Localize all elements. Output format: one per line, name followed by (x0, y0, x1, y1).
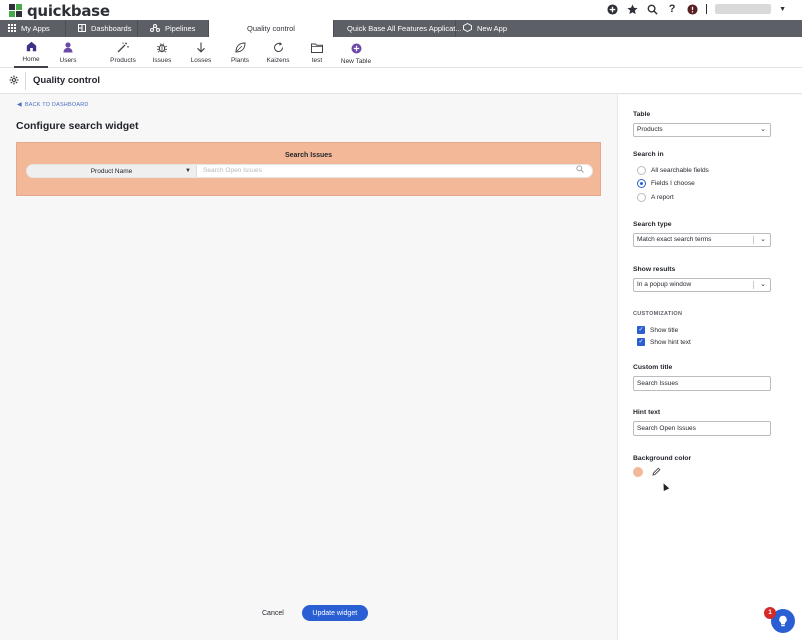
tab-label: Quality control (247, 24, 295, 33)
tab-label: Quick Base All Features Applicat... (347, 24, 462, 33)
radio-button[interactable] (637, 193, 646, 202)
alert-icon[interactable] (686, 3, 698, 15)
select-divider (753, 236, 754, 244)
brand-name: quickbase (27, 2, 110, 20)
chevron-down-icon[interactable]: ▼ (779, 6, 786, 13)
field-select[interactable]: Product Name ▼ (27, 165, 197, 177)
radio-all-searchable-fields[interactable]: All searchable fields (637, 166, 709, 175)
page-app-title: Quality control (33, 75, 101, 86)
folder-icon (311, 42, 323, 56)
chevron-down-icon: ⌄ (760, 126, 766, 133)
hint-text-label: Hint text (633, 409, 661, 416)
star-icon[interactable] (626, 3, 638, 15)
widget-search-bar: Product Name ▼ Search Open Issues (26, 164, 593, 178)
separator (706, 4, 708, 14)
search-icon[interactable] (646, 3, 658, 15)
tab-quality-control[interactable]: Quality control (209, 20, 334, 37)
top-bar: quickbase ? ▼ (0, 0, 802, 20)
plus-circle-icon (351, 43, 362, 57)
tab-label: Dashboards (91, 24, 132, 33)
show-title-checkbox[interactable]: ✓ Show title (637, 326, 678, 334)
table-tab-kaizens[interactable]: Kaizens (262, 37, 294, 68)
new-app-icon (463, 22, 472, 34)
table-tab-products[interactable]: Products (106, 37, 140, 68)
cancel-button[interactable]: Cancel (262, 610, 284, 617)
tab-my-apps[interactable]: My Apps (0, 20, 66, 37)
widget-settings-panel: Table Products ⌄ Search in All searchabl… (617, 95, 802, 640)
background-color-swatch[interactable] (633, 467, 643, 477)
custom-title-input[interactable]: Search Issues (633, 376, 771, 391)
tab-dashboards[interactable]: Dashboards (66, 20, 138, 37)
background-color-label: Background color (633, 455, 692, 462)
table-tab-users[interactable]: Users (52, 37, 84, 68)
grid-icon (8, 23, 16, 34)
radio-fields-i-choose[interactable]: Fields I choose (637, 179, 695, 188)
select-divider (753, 281, 754, 289)
customization-heading: CUSTOMIZATION (633, 311, 683, 317)
leaf-icon (234, 41, 246, 56)
home-icon (26, 41, 37, 55)
radio-button-selected[interactable] (637, 179, 646, 188)
notification-badge: 1 (764, 607, 776, 619)
page-title: Configure search widget (16, 120, 139, 132)
tab-label: New App (477, 24, 508, 33)
gear-icon[interactable] (9, 75, 19, 88)
main-content: ◀ BACK TO DASHBOARD Configure search widg… (0, 95, 617, 640)
checkbox-checked-icon[interactable]: ✓ (637, 338, 645, 346)
tab-quick-base-all-features[interactable]: Quick Base All Features Applicat... (334, 20, 462, 37)
lightbulb-icon (779, 615, 787, 627)
table-tab-test[interactable]: test (302, 37, 332, 68)
custom-title-label: Custom title (633, 364, 673, 371)
chevron-left-icon: ◀ (17, 102, 22, 108)
radio-a-report[interactable]: A report (637, 193, 674, 202)
dashboard-icon (78, 23, 86, 34)
search-type-label: Search type (633, 221, 672, 228)
search-widget-preview: Search Issues Product Name ▼ Search Open… (16, 142, 601, 196)
pencil-icon[interactable] (652, 467, 661, 478)
checkbox-checked-icon[interactable]: ✓ (637, 326, 645, 334)
tab-label: My Apps (21, 24, 50, 33)
hint-text-input[interactable]: Search Open Issues (633, 421, 771, 436)
update-widget-button[interactable]: Update widget (301, 605, 368, 621)
chevron-down-icon: ⌄ (760, 281, 766, 288)
table-tab-plants[interactable]: Plants (224, 37, 256, 68)
tab-new-app[interactable]: New App (456, 20, 522, 37)
show-hint-text-checkbox[interactable]: ✓ Show hint text (637, 338, 691, 346)
table-label: Table (633, 111, 651, 118)
pipelines-icon (150, 23, 160, 34)
app-subheader: Quality control (0, 68, 802, 94)
bug-icon (156, 42, 168, 56)
search-type-select[interactable]: Match exact search terms ⌄ (633, 233, 771, 247)
divider (25, 72, 26, 90)
tab-pipelines[interactable]: Pipelines (138, 20, 209, 37)
quickbase-logo[interactable]: quickbase (9, 2, 110, 20)
quickbase-logo-icon (9, 4, 23, 18)
widget-title: Search Issues (284, 152, 333, 159)
table-bar: Home Users Products Issues Losses Plants (0, 37, 802, 68)
table-select[interactable]: Products ⌄ (633, 123, 771, 137)
search-icon[interactable] (576, 165, 592, 177)
show-results-select[interactable]: In a popup window ⌄ (633, 278, 771, 292)
help-icon[interactable]: ? (666, 3, 678, 15)
table-tab-home[interactable]: Home (14, 37, 48, 68)
wand-icon (117, 42, 129, 56)
refresh-icon (273, 41, 284, 56)
table-tab-new-table[interactable]: New Table (338, 38, 374, 69)
radio-button[interactable] (637, 166, 646, 175)
user-menu[interactable] (715, 4, 772, 14)
widget-search-input[interactable]: Search Open Issues (197, 165, 576, 177)
tab-label: Pipelines (165, 24, 196, 33)
table-tab-issues[interactable]: Issues (146, 37, 178, 68)
back-to-dashboard-link[interactable]: ◀ BACK TO DASHBOARD (17, 101, 89, 108)
caret-down-icon: ▼ (185, 168, 191, 174)
apps-bar: My Apps Dashboards Pipelines Quality con… (0, 20, 802, 37)
chevron-down-icon: ⌄ (760, 236, 766, 243)
add-icon[interactable] (606, 3, 618, 15)
arrow-down-icon (196, 42, 206, 56)
show-results-label: Show results (633, 266, 676, 273)
search-in-label: Search in (633, 151, 664, 158)
table-tab-losses[interactable]: Losses (185, 37, 217, 68)
user-icon (63, 41, 73, 56)
